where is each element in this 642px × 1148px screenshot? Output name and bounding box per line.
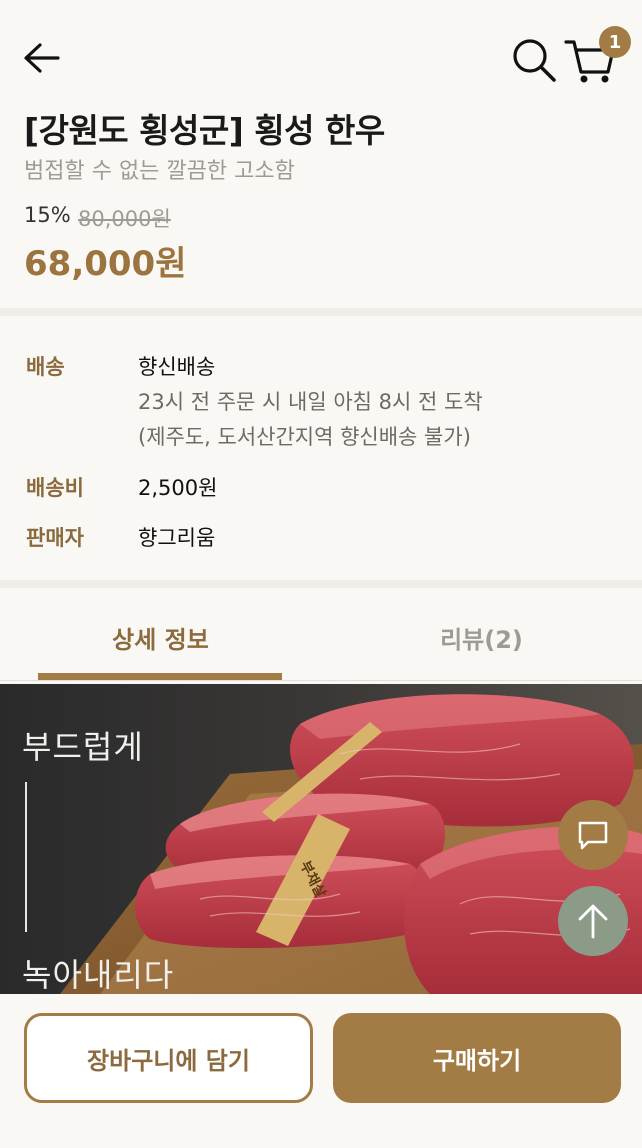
active-tab-indicator [38, 673, 282, 680]
tab-detail-info[interactable]: 상세 정보 [0, 600, 321, 680]
arrow-up-icon [578, 904, 608, 939]
fee-label: 배송비 [26, 476, 84, 500]
back-arrow-icon[interactable] [18, 36, 66, 84]
cart-count-badge: 1 [599, 26, 631, 58]
discount-rate: 15% [24, 203, 71, 227]
scroll-to-top-button[interactable] [558, 886, 628, 956]
hero-heading-top: 부드럽게 [22, 728, 144, 766]
delivery-label: 배송 [26, 355, 65, 379]
chat-button[interactable] [558, 800, 628, 870]
product-detail-image: 부채살 부드럽게 녹아내리다 [0, 684, 642, 994]
header: 1 [0, 0, 642, 110]
delivery-value: 향신배송 [138, 355, 216, 379]
product-title: [강원도 횡성군] 횡성 한우 [24, 111, 385, 150]
tab-reviews[interactable]: 리뷰(2) [321, 600, 642, 680]
buy-now-button[interactable]: 구매하기 [333, 1013, 621, 1103]
section-divider [0, 580, 642, 588]
sale-price: 68,000원 [24, 244, 187, 284]
original-price: 80,000원 [78, 207, 171, 231]
delivery-restriction: (제주도, 도서산간지역 향신배송 불가) [138, 425, 471, 449]
seller-value: 향그리움 [138, 526, 216, 550]
seller-label: 판매자 [26, 526, 84, 550]
hero-heading-bottom: 녹아내리다 [22, 956, 175, 994]
search-icon[interactable] [508, 34, 560, 86]
tab-divider [0, 680, 642, 681]
section-divider [0, 308, 642, 316]
hero-divider-bar [25, 782, 27, 932]
add-to-cart-button[interactable]: 장바구니에 담기 [24, 1013, 313, 1103]
fee-value: 2,500원 [138, 476, 218, 500]
product-subtitle: 범접할 수 없는 깔끔한 고소함 [24, 159, 295, 184]
delivery-note: 23시 전 주문 시 내일 아침 8시 전 도착 [138, 390, 483, 414]
chat-icon [578, 821, 608, 850]
